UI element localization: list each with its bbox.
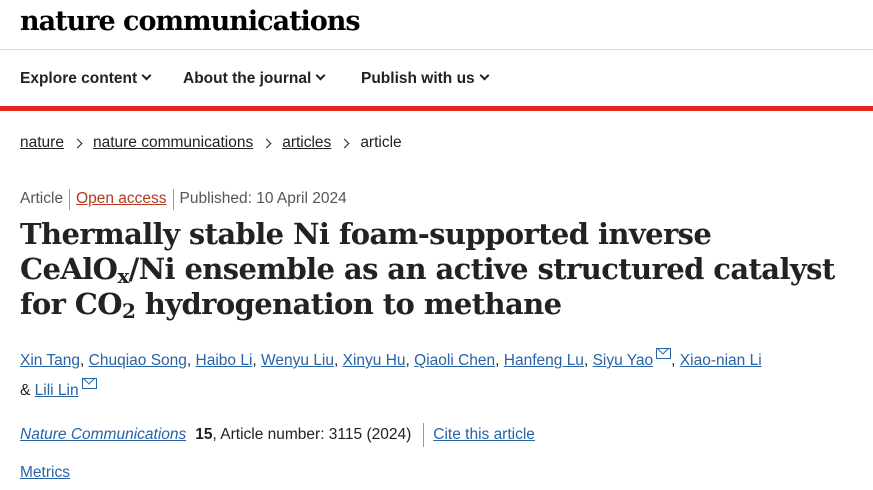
divider	[69, 188, 71, 210]
mail-icon[interactable]	[81, 378, 97, 389]
author-link[interactable]: Xin Tang	[20, 352, 80, 369]
volume-number: 15	[195, 426, 213, 443]
breadcrumb-nature[interactable]: nature	[20, 134, 64, 152]
author-link[interactable]: Siyu Yao	[593, 352, 654, 369]
author-link[interactable]: Chuqiao Song	[89, 352, 187, 369]
chevron-down-icon	[479, 70, 490, 81]
nav-label: Explore content	[20, 69, 138, 87]
nav-about-journal[interactable]: About the journal	[183, 51, 326, 106]
journal-link[interactable]: Nature Communications	[20, 426, 186, 444]
author-link[interactable]: Qiaoli Chen	[414, 352, 495, 369]
author-link[interactable]: Xiao-nian Li	[680, 352, 762, 369]
author-link[interactable]: Wenyu Liu	[261, 352, 334, 369]
breadcrumb: nature nature communications articles ar…	[20, 133, 402, 153]
nav-label: About the journal	[183, 69, 312, 87]
nav-label: Publish with us	[361, 69, 475, 87]
divider	[423, 423, 425, 447]
nav-accent-bar	[0, 106, 873, 111]
article-meta: Article Open access Published: 10 April …	[20, 188, 347, 210]
nav-publish-with-us[interactable]: Publish with us	[361, 51, 490, 106]
divider	[172, 188, 174, 210]
main-nav: Explore content About the journal Publis…	[0, 51, 873, 106]
breadcrumb-nature-communications[interactable]: nature communications	[93, 134, 253, 152]
open-access-link[interactable]: Open access	[76, 190, 166, 208]
author-link[interactable]: Lili Lin	[35, 382, 79, 399]
author-link[interactable]: Hanfeng Lu	[504, 352, 584, 369]
chevron-down-icon	[141, 70, 152, 81]
article-number: , Article number: 3115 (2024)	[212, 426, 412, 443]
breadcrumb-articles[interactable]: articles	[282, 134, 331, 152]
author-link[interactable]: Haibo Li	[196, 352, 253, 369]
chevron-right-icon	[339, 138, 350, 148]
chevron-down-icon	[315, 70, 326, 81]
chevron-right-icon	[261, 138, 272, 148]
article-title: Thermally stable Ni foam-supported inver…	[20, 217, 835, 323]
metrics-link[interactable]: Metrics	[20, 464, 70, 482]
cite-this-article-link[interactable]: Cite this article	[433, 426, 535, 444]
site-header: nature communications	[0, 0, 873, 50]
breadcrumb-current: article	[360, 134, 402, 151]
author-link[interactable]: Xinyu Hu	[343, 352, 406, 369]
nav-explore-content[interactable]: Explore content	[20, 51, 152, 106]
mail-icon[interactable]	[656, 348, 672, 359]
article-type: Article	[20, 190, 64, 207]
citation-line: Nature Communications 15 , Article numbe…	[20, 423, 535, 447]
site-logo[interactable]: nature communications	[20, 6, 361, 37]
author-list: Xin Tang, Chuqiao Song, Haibo Li, Wenyu …	[20, 346, 840, 406]
published-date: Published: 10 April 2024	[179, 190, 347, 207]
chevron-right-icon	[72, 138, 83, 148]
